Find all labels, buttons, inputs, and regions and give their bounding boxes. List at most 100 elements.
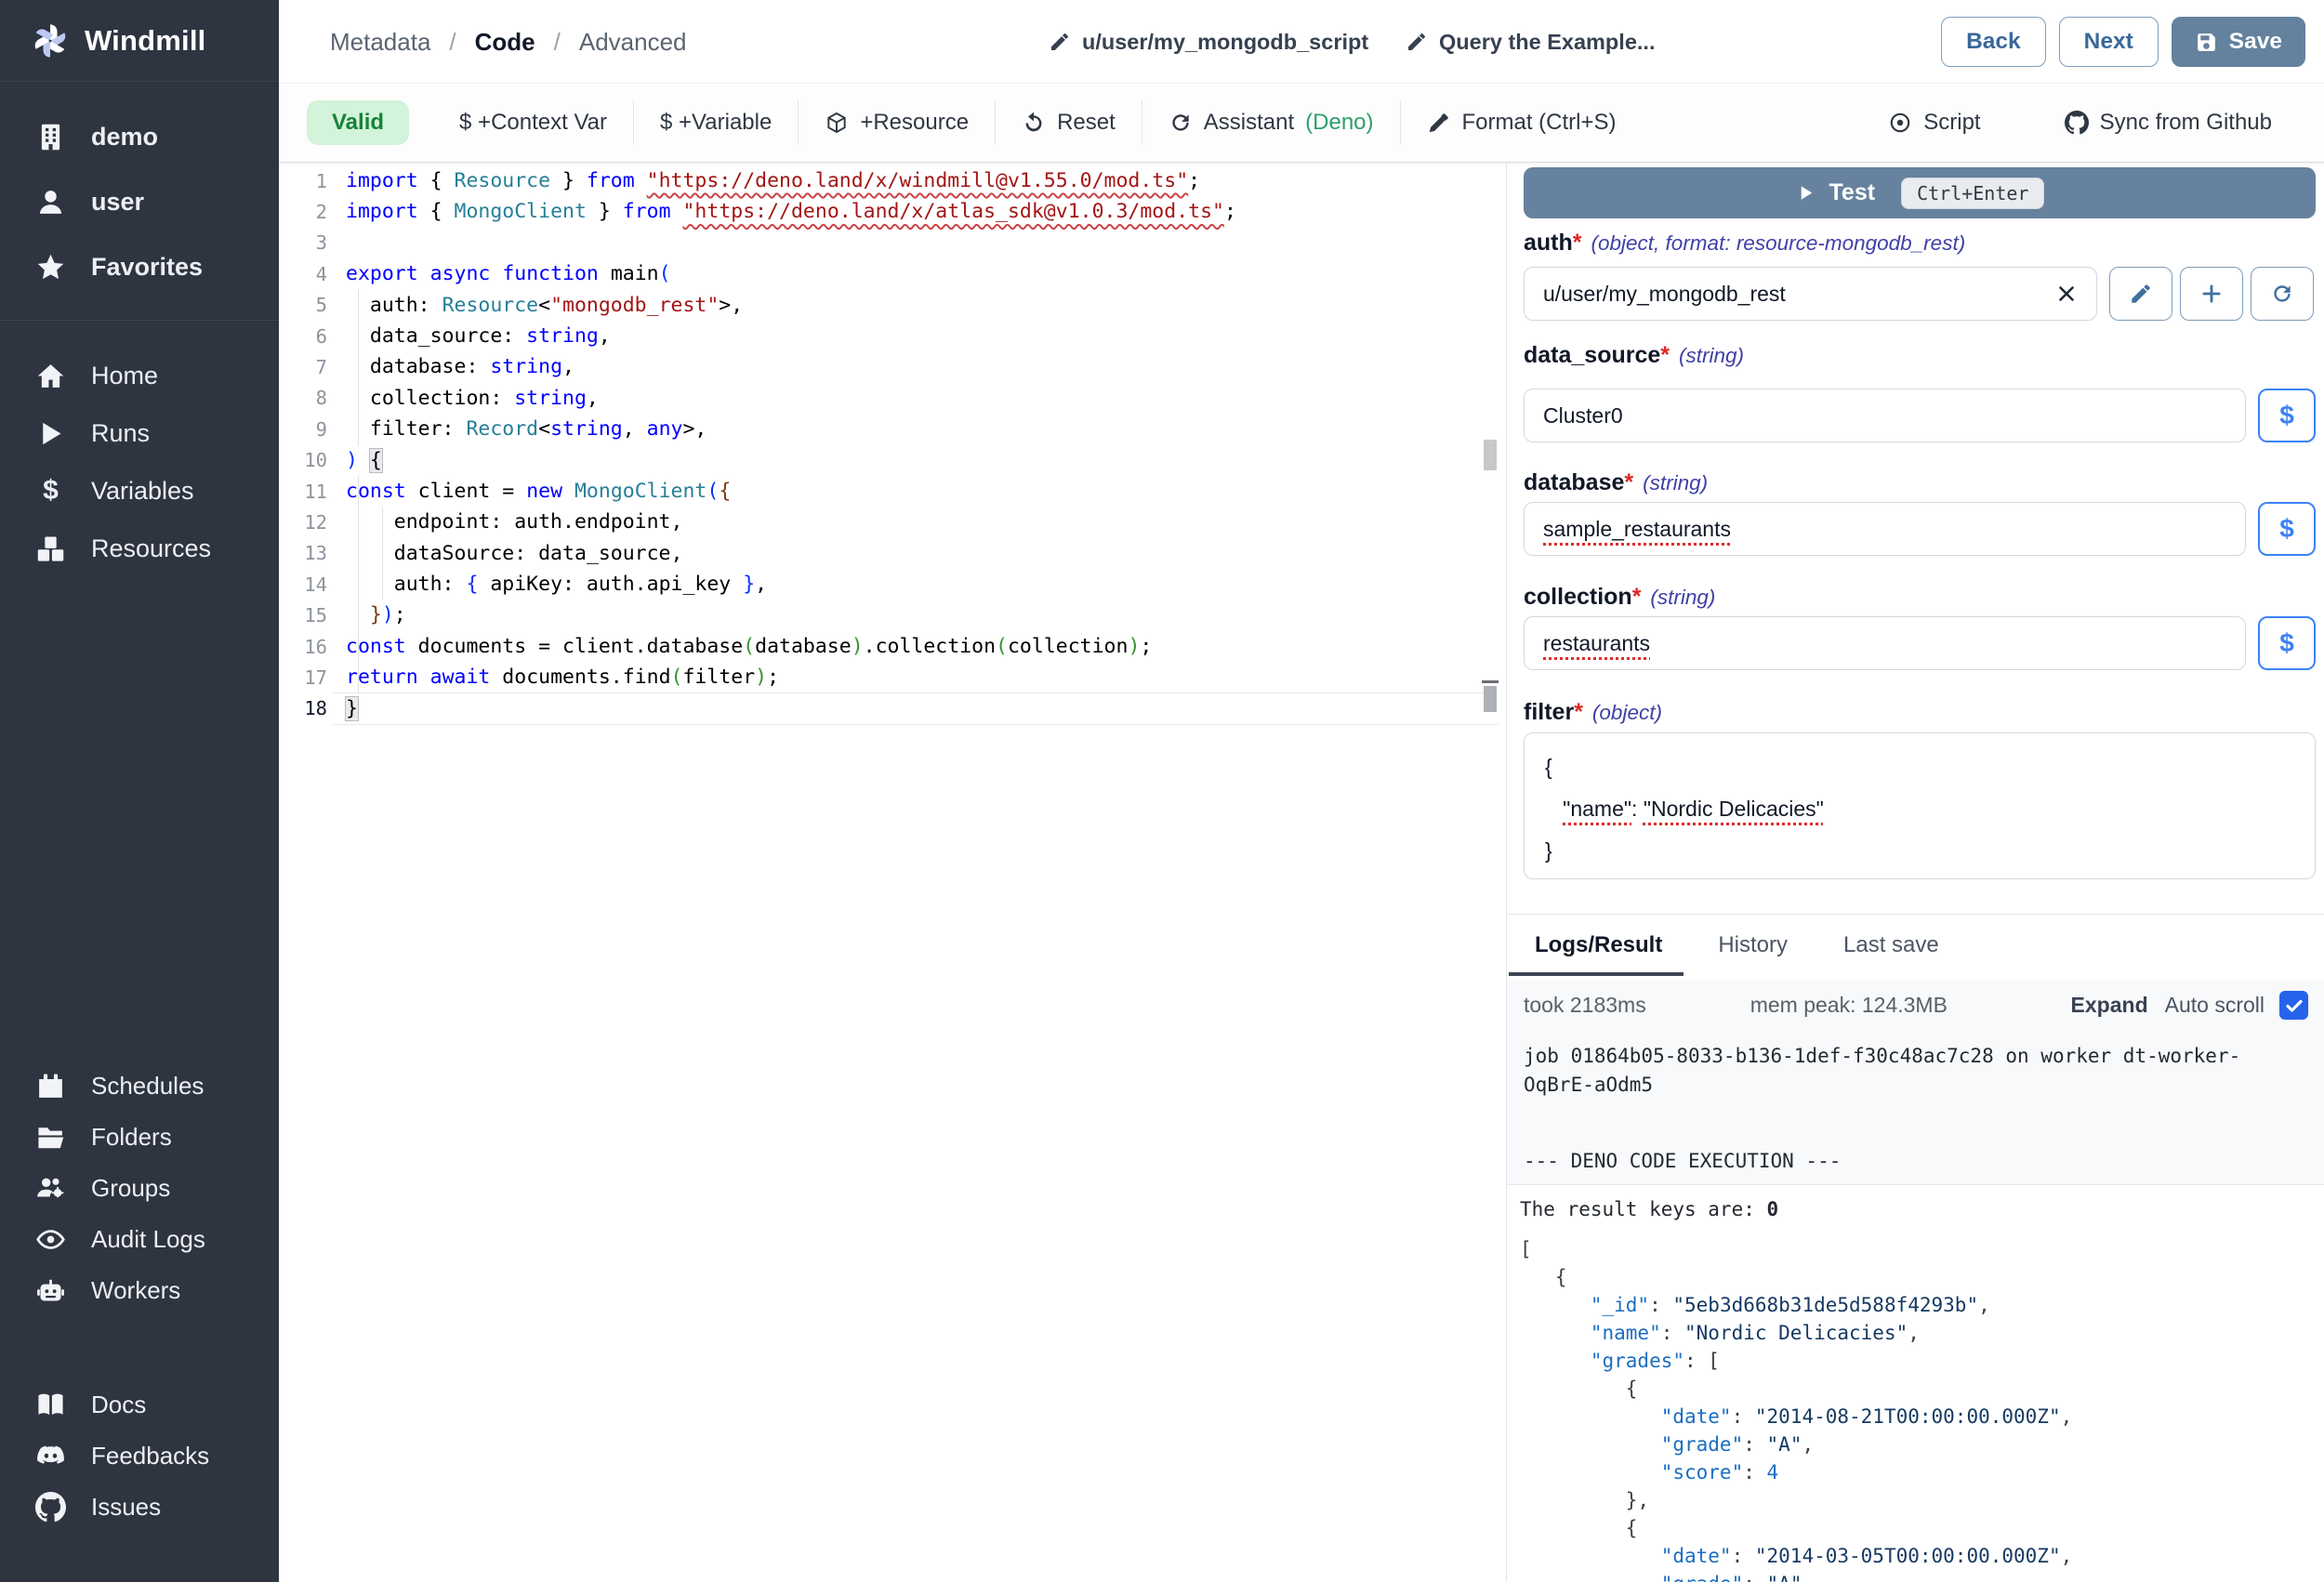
reset-button[interactable]: Reset — [996, 110, 1142, 136]
test-button[interactable]: Test Ctrl+Enter — [1524, 167, 2316, 218]
data-source-input[interactable]: Cluster0 — [1524, 389, 2246, 442]
assistant-button[interactable]: Assistant (Deno) — [1142, 110, 1400, 136]
pen-icon — [1427, 111, 1451, 135]
filter-key: "name" — [1563, 797, 1631, 821]
sidebar-item-folders[interactable]: Folders — [0, 1112, 279, 1163]
sync-from-github-button[interactable]: Sync from Github — [2039, 110, 2298, 136]
result-pane: The result keys are: 0 [ { "_id": "5eb3d… — [1507, 1185, 2324, 1582]
add-variable-button[interactable]: $ +Variable — [634, 110, 798, 136]
data-source-var-picker-button[interactable]: $ — [2258, 389, 2316, 442]
windmill-logo-icon — [30, 20, 71, 61]
brand-name: Windmill — [85, 24, 205, 58]
folder-icon — [35, 1122, 66, 1153]
add-variable-label: $ +Variable — [660, 110, 772, 136]
database-input[interactable]: sample_restaurants — [1524, 502, 2246, 556]
sidebar-item-resources[interactable]: Resources — [0, 520, 279, 577]
code-line[interactable]: 10) { — [279, 445, 1506, 476]
script-path-edit[interactable]: u/user/my_mongodb_script — [1049, 0, 1368, 84]
breadcrumb-separator: / — [554, 28, 561, 57]
code-line[interactable]: 16const documents = client.database(data… — [279, 631, 1506, 662]
breadcrumb-metadata[interactable]: Metadata — [330, 28, 430, 57]
code-line[interactable]: 18} — [279, 693, 1506, 724]
save-button[interactable]: Save — [2172, 17, 2305, 67]
code-text: filter: Record<string, any>, — [346, 414, 706, 444]
top-header: Metadata / Code / Advanced u/user/my_mon… — [279, 0, 2324, 84]
sidebar-item-audit-logs[interactable]: Audit Logs — [0, 1214, 279, 1265]
clear-resource-icon[interactable] — [2055, 283, 2078, 305]
code-line[interactable]: 5 auth: Resource<"mongodb_rest">, — [279, 290, 1506, 321]
code-editor[interactable]: 1import { Resource } from "https://deno.… — [279, 163, 1506, 1582]
code-text: const documents = client.database(databa… — [346, 631, 1152, 662]
add-resource-button[interactable]: +Resource — [799, 110, 995, 136]
tab-logs-result[interactable]: Logs/Result — [1535, 932, 1662, 958]
result-json-line: { — [1520, 1514, 2312, 1542]
tab-last-save[interactable]: Last save — [1843, 932, 1939, 958]
code-line[interactable]: 3 — [279, 228, 1506, 258]
code-line[interactable]: 15 }); — [279, 600, 1506, 630]
robot-icon — [35, 1275, 66, 1306]
auth-resource-input[interactable]: u/user/my_mongodb_rest — [1524, 267, 2097, 321]
code-line[interactable]: 11const client = new MongoClient({ — [279, 476, 1506, 507]
filter-value: "Nordic Delicacies" — [1644, 797, 1824, 821]
refresh-icon — [1169, 111, 1193, 135]
code-line[interactable]: 4export async function main( — [279, 258, 1506, 289]
result-json-line: "date": "2014-08-21T00:00:00.000Z", — [1520, 1403, 2312, 1430]
add-context-var-button[interactable]: $ +Context Var — [433, 110, 633, 136]
collection-input[interactable]: restaurants — [1524, 616, 2246, 670]
required-asterisk: * — [1660, 342, 1670, 368]
sidebar-item-user[interactable]: user — [0, 169, 279, 234]
sidebar-item-runs[interactable]: Runs — [0, 404, 279, 462]
collection-var-picker-button[interactable]: $ — [2258, 616, 2316, 670]
database-var-picker-button[interactable]: $ — [2258, 502, 2316, 556]
editor-toolbar: Valid $ +Context Var $ +Variable +Resour… — [279, 84, 2324, 163]
package-icon — [825, 111, 849, 135]
sidebar-item-label: Schedules — [91, 1072, 204, 1101]
sidebar-item-issues[interactable]: Issues — [0, 1482, 279, 1533]
format-button[interactable]: Format (Ctrl+S) — [1401, 110, 1643, 136]
auto-scroll-checkbox[interactable] — [2279, 991, 2308, 1020]
code-line[interactable]: 13 dataSource: data_source, — [279, 538, 1506, 569]
brand[interactable]: Windmill — [0, 0, 279, 82]
breadcrumb-advanced[interactable]: Advanced — [579, 28, 687, 57]
editor-scrollbar-thumb[interactable] — [1484, 440, 1497, 470]
code-line[interactable]: 7 database: string, — [279, 351, 1506, 382]
expand-button[interactable]: Expand — [2071, 993, 2148, 1018]
sidebar-item-label: Feedbacks — [91, 1442, 209, 1470]
sidebar-item-feedbacks[interactable]: Feedbacks — [0, 1430, 279, 1482]
sidebar-item-demo[interactable]: demo — [0, 104, 279, 169]
sidebar-item-home[interactable]: Home — [0, 347, 279, 404]
code-line[interactable]: 14 auth: { apiKey: auth.api_key }, — [279, 569, 1506, 600]
tab-history[interactable]: History — [1718, 932, 1788, 958]
add-resource-button-small[interactable] — [2180, 267, 2243, 321]
sidebar-item-variables[interactable]: $Variables — [0, 462, 279, 520]
sidebar-item-groups[interactable]: Groups — [0, 1163, 279, 1214]
undo-icon — [1022, 111, 1046, 135]
duration-label: took 2183ms — [1524, 993, 1646, 1018]
data-source-value: Cluster0 — [1543, 403, 1623, 428]
sidebar-item-docs[interactable]: Docs — [0, 1379, 279, 1430]
script-summary-edit[interactable]: Query the Example... — [1406, 0, 1655, 84]
assistant-label: Assistant — [1204, 110, 1294, 136]
result-json-line: "_id": "5eb3d668b31de5d588f4293b", — [1520, 1291, 2312, 1319]
code-line[interactable]: 12 endpoint: auth.endpoint, — [279, 507, 1506, 537]
code-line[interactable]: 17return await documents.find(filter); — [279, 662, 1506, 692]
edit-resource-button[interactable] — [2109, 267, 2172, 321]
refresh-resource-button[interactable] — [2251, 267, 2314, 321]
filter-json-editor[interactable]: { "name": "Nordic Delicacies" } — [1524, 732, 2316, 879]
code-line[interactable]: 6 data_source: string, — [279, 321, 1506, 351]
code-line[interactable]: 1import { Resource } from "https://deno.… — [279, 165, 1506, 196]
building-icon — [35, 122, 66, 152]
sidebar-item-schedules[interactable]: Schedules — [0, 1061, 279, 1112]
code-line[interactable]: 9 filter: Record<string, any>, — [279, 414, 1506, 444]
sidebar-item-workers[interactable]: Workers — [0, 1265, 279, 1316]
sidebar-item-favorites[interactable]: Favorites — [0, 234, 279, 299]
save-label: Save — [2229, 29, 2282, 55]
data-source-name: data_source — [1524, 342, 1660, 368]
sidebar-item-label: Docs — [91, 1391, 146, 1419]
breadcrumb-code[interactable]: Code — [475, 28, 535, 57]
code-line[interactable]: 2import { MongoClient } from "https://de… — [279, 196, 1506, 227]
script-kind-button[interactable]: Script — [1862, 110, 2006, 136]
next-button[interactable]: Next — [2059, 17, 2159, 67]
back-button[interactable]: Back — [1941, 17, 2046, 67]
code-line[interactable]: 8 collection: string, — [279, 383, 1506, 414]
